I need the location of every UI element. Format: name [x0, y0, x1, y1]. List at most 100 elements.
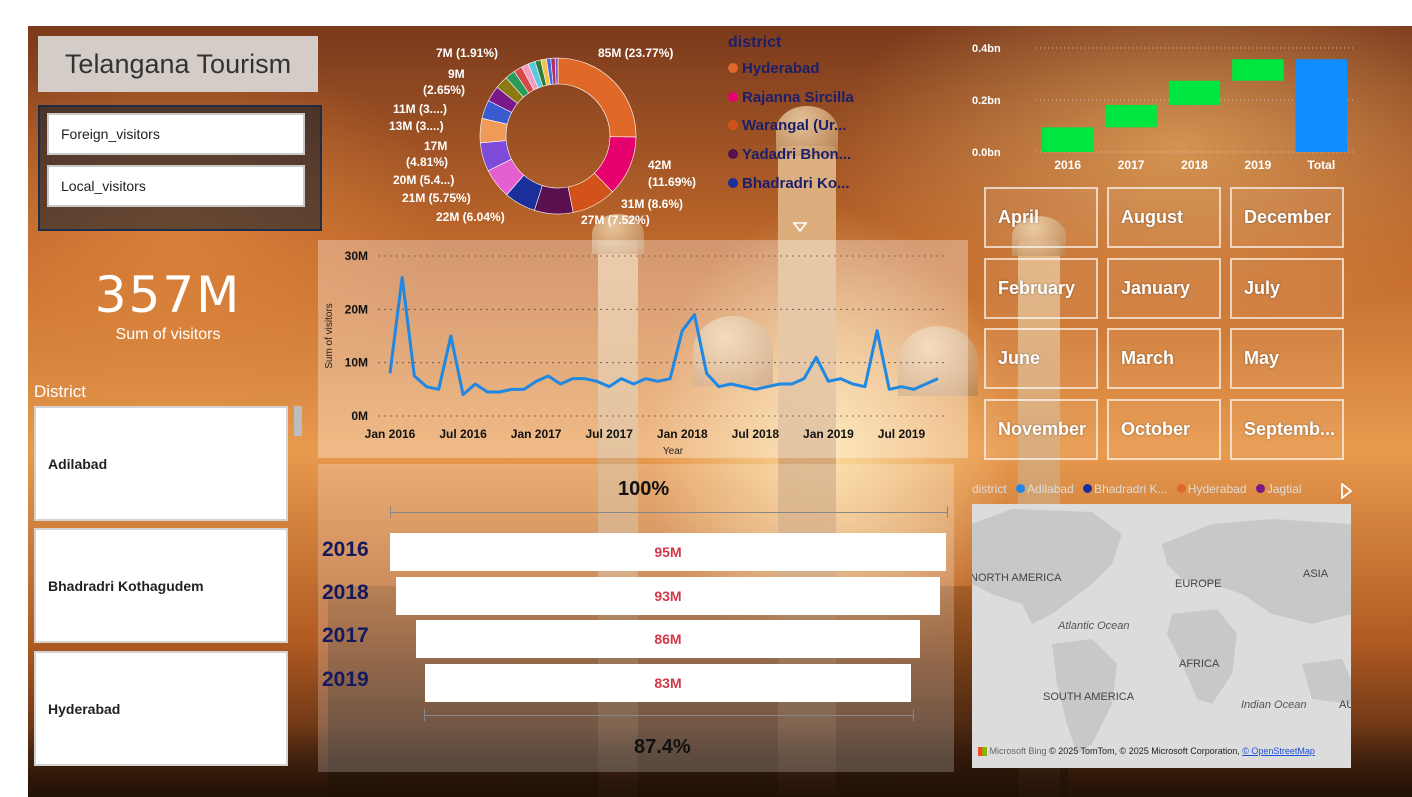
map-label-south-america: SOUTH AMERICA [1043, 691, 1135, 703]
legend-dot [1255, 484, 1265, 493]
map-label-africa: AFRICA [1179, 658, 1220, 670]
month-tile-october[interactable]: October [1107, 399, 1221, 460]
waterfall-chart: 0.0bn 0.2bn 0.4bn 2016 2017 2018 2019 Total [972, 43, 1353, 172]
funnel-bar[interactable]: 95M [390, 533, 946, 571]
slicer-item-bhadradri-kothagudem[interactable]: Bhadradri Kothagudem [34, 528, 288, 643]
world-map[interactable]: NORTH AMERICA EUROPE ASIA Atlantic Ocean… [972, 504, 1351, 768]
map-legend-item[interactable]: Adilabad [1016, 482, 1080, 496]
map-legend-next-icon[interactable] [1340, 483, 1352, 499]
y-tick-label: 30M [345, 249, 368, 263]
donut-legend-item[interactable]: Bhadradri Ko... [728, 175, 850, 192]
donut-slice [557, 57, 637, 138]
month-tile-november[interactable]: November [984, 399, 1098, 460]
legend-dot [728, 92, 738, 102]
district-slicer-title: District [34, 382, 86, 401]
funnel-bar[interactable]: 93M [395, 577, 941, 615]
map-label-atlantic: Atlantic Ocean [1058, 620, 1130, 632]
legend-dot [728, 63, 738, 73]
month-tile-june[interactable]: June [984, 328, 1098, 389]
waterfall-bar [1232, 59, 1284, 81]
funnel-bracket-bottom [424, 709, 914, 721]
donut-legend-item[interactable]: Hyderabad [728, 60, 820, 77]
funnel-bar[interactable]: 83M [425, 664, 911, 702]
month-tile-july[interactable]: July [1230, 258, 1344, 319]
x-tick-label: Jan 2016 [365, 427, 416, 441]
slicer-item-adilabad[interactable]: Adilabad [34, 406, 288, 521]
y-tick-label: 0.2bn [972, 95, 1001, 107]
waterfall-bar [1168, 80, 1221, 105]
waterfall-bar [1105, 104, 1157, 128]
line-series [388, 275, 939, 397]
donut-legend-item[interactable]: Warangal (Ur... [728, 117, 846, 134]
month-tile-december[interactable]: December [1230, 187, 1344, 248]
visitor-type-slicer: Foreign_visitors Local_visitors [38, 105, 322, 231]
funnel-top-percent: 100% [618, 478, 670, 500]
x-tick-label: 2016 [1054, 158, 1081, 172]
map-legend: district Adilabad Bhadradri K... Hyderab… [972, 482, 1352, 502]
donut-label: 21M (5.75%) [402, 191, 471, 205]
y-tick-label: 0.4bn [972, 43, 1001, 55]
legend-scroll-down-icon[interactable] [792, 221, 808, 233]
donut-legend-title: district [728, 34, 782, 51]
legend-dot [1083, 484, 1093, 493]
map-legend-item[interactable]: Jagtial [1255, 482, 1302, 496]
donut-label: 22M (6.04%) [436, 210, 505, 224]
month-tile-february[interactable]: February [984, 258, 1098, 319]
report-title: Telangana Tourism [38, 36, 318, 92]
kpi-value: 357M [94, 266, 242, 324]
x-axis-title: Year [663, 446, 684, 457]
donut-legend-item[interactable]: Rajanna Sircilla [728, 89, 854, 106]
y-tick-label: 0M [351, 409, 368, 423]
x-tick-label: Jan 2018 [657, 427, 708, 441]
month-tile-january[interactable]: January [1107, 258, 1221, 319]
funnel-bottom-percent: 87.4% [634, 736, 691, 758]
funnel-category: 2019 [322, 668, 369, 691]
slicer-item-hyderabad[interactable]: Hyderabad [34, 651, 288, 766]
donut-label: (4.81%) [406, 155, 449, 169]
month-tile-august[interactable]: August [1107, 187, 1221, 248]
month-tile-may[interactable]: May [1230, 328, 1344, 389]
y-tick-label: 0.0bn [972, 147, 1001, 159]
funnel-bar[interactable]: 86M [416, 620, 920, 658]
x-tick-label: Jul 2017 [586, 427, 634, 441]
local-visitors-button[interactable]: Local_visitors [47, 165, 305, 207]
map-label-indian-ocean: Indian Ocean [1241, 699, 1307, 711]
donut-legend-item[interactable]: Yadadri Bhon... [728, 146, 851, 163]
month-tile-septemb[interactable]: Septemb... [1230, 399, 1344, 460]
slicer-scrollbar[interactable] [294, 406, 302, 436]
x-tick-label: 2019 [1245, 158, 1272, 172]
kpi-card: 357M Sum of visitors [68, 266, 268, 344]
x-tick-label: Jul 2016 [439, 427, 487, 441]
x-tick-label: 2017 [1118, 158, 1145, 172]
legend-dot [728, 120, 738, 130]
openstreetmap-link[interactable]: © OpenStreetMap [1242, 746, 1315, 756]
legend-dot [728, 178, 738, 188]
donut-label: 42M [648, 158, 672, 172]
donut-label: (2.65%) [423, 83, 466, 97]
map-legend-item[interactable]: Hyderabad [1176, 482, 1253, 496]
x-tick-label: Jul 2019 [878, 427, 926, 441]
funnel-bracket-top [390, 506, 948, 518]
donut-label: 11M (3....) [393, 102, 448, 116]
month-tile-april[interactable]: April [984, 187, 1098, 248]
funnel-category: 2018 [322, 581, 369, 604]
map-label-europe: EUROPE [1175, 578, 1222, 590]
world-map-shapes [972, 509, 1351, 754]
report-canvas: Telangana Tourism Foreign_visitors Local… [28, 26, 1412, 797]
kpi-label: Sum of visitors [115, 326, 221, 343]
legend-dot [728, 149, 738, 159]
map-legend-item[interactable]: Bhadradri K... [1083, 482, 1173, 496]
x-tick-label: Jan 2019 [803, 427, 854, 441]
map-label-asia: ASIA [1303, 568, 1329, 580]
donut-label: 85M (23.77%) [598, 46, 674, 60]
line-chart: 0M 10M 20M 30M Jan 2016 Jul 2016 Jan 2017 Jul 2… [324, 249, 948, 457]
foreign-visitors-button[interactable]: Foreign_visitors [47, 113, 305, 155]
map-label-australia: AU [1339, 699, 1351, 711]
y-axis-title: Sum of visitors [324, 303, 335, 369]
donut-label: 13M (3....) [389, 119, 444, 133]
waterfall-bar [1295, 59, 1347, 152]
microsoft-logo-icon [978, 747, 987, 757]
donut-label: 31M (8.6%) [621, 197, 684, 211]
month-tile-march[interactable]: March [1107, 328, 1221, 389]
map-attribution: Microsoft Bing © 2025 TomTom, © 2025 Mic… [978, 746, 1315, 757]
